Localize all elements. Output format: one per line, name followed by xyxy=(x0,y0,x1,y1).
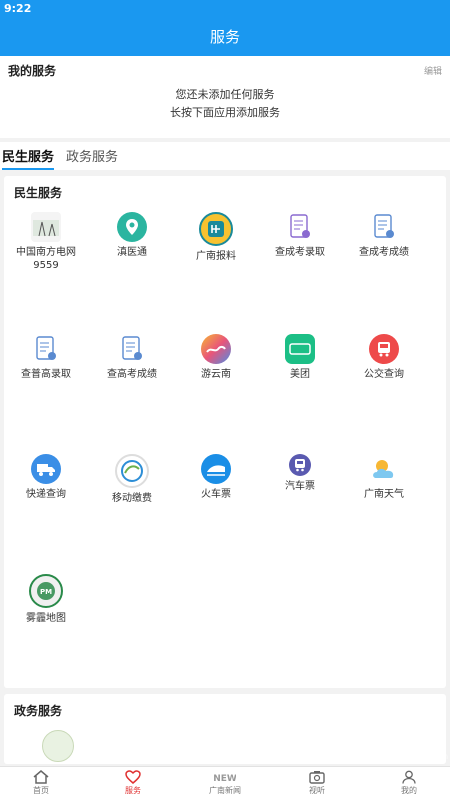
service-item[interactable]: 查成考成绩 xyxy=(342,212,426,259)
report-icon xyxy=(199,212,233,246)
china-mobile-icon xyxy=(115,454,149,488)
truck-icon xyxy=(31,454,61,484)
service-item[interactable]: 广南报料 xyxy=(174,212,258,263)
travel-yunnan-icon xyxy=(201,334,231,364)
power-grid-icon xyxy=(31,212,61,242)
service-item[interactable]: 公交查询 xyxy=(342,334,426,381)
government-emblem-icon[interactable] xyxy=(42,730,74,762)
service-label: 广南天气 xyxy=(364,489,404,500)
nav-home[interactable]: 首页 xyxy=(6,769,76,796)
haze-map-icon: PM xyxy=(29,574,63,608)
service-label: 游云南 xyxy=(201,369,231,380)
nav-mine[interactable]: 我的 xyxy=(374,769,444,796)
page-title: 服务 xyxy=(209,28,240,46)
service-label: 汽车票 xyxy=(285,481,315,492)
document-icon xyxy=(369,212,399,242)
service-item[interactable]: 中国南方电网 9559 xyxy=(4,212,88,272)
service-label: 雾霾地图 xyxy=(26,613,66,624)
service-label: 火车票 xyxy=(201,489,231,500)
service-item[interactable]: 滇医通 xyxy=(90,212,174,259)
my-service-section: 我的服务 编辑 您还未添加任何服务 长按下面应用添加服务 xyxy=(0,56,450,138)
train-icon xyxy=(201,454,231,484)
service-item[interactable]: 移动缴费 xyxy=(90,454,174,505)
user-icon xyxy=(374,769,444,785)
service-item[interactable]: PM 雾霾地图 xyxy=(4,574,88,625)
nav-video[interactable]: 视听 xyxy=(282,769,352,796)
document-icon xyxy=(117,334,147,364)
service-label: 滇医通 xyxy=(117,247,147,258)
nav-news[interactable]: NEW 广南新闻 xyxy=(190,769,260,796)
nav-video-label: 视听 xyxy=(309,786,325,795)
service-item[interactable]: 游云南 xyxy=(174,334,258,381)
edit-button[interactable]: 编辑 xyxy=(424,64,442,77)
document-icon xyxy=(285,212,315,242)
status-bar: 9:22 xyxy=(0,0,450,18)
status-time: 9:22 xyxy=(4,2,32,15)
service-tabs: 民生服务 政务服务 xyxy=(0,142,450,170)
coach-icon xyxy=(289,454,311,476)
watermark-url: www.yxdown.com xyxy=(376,752,449,761)
camera-icon xyxy=(282,769,352,785)
service-label: 查成考录取 xyxy=(275,247,325,258)
service-item[interactable]: 火车票 xyxy=(174,454,258,501)
svg-text:NEW: NEW xyxy=(214,774,236,784)
meituan-icon xyxy=(285,334,315,364)
tab-livelihood[interactable]: 民生服务 xyxy=(2,146,55,170)
nav-service-label: 服务 xyxy=(125,786,141,795)
my-service-title: 我的服务 xyxy=(8,64,57,78)
home-icon xyxy=(6,769,76,785)
service-label: 移动缴费 xyxy=(112,493,152,504)
title-bar: 服务 xyxy=(0,18,450,56)
service-label: 中国南方电网 xyxy=(16,247,76,258)
service-item[interactable]: 汽车票 xyxy=(258,454,342,493)
service-item[interactable]: 查成考录取 xyxy=(258,212,342,259)
service-label-secondary: 9559 xyxy=(33,260,59,271)
nav-mine-label: 我的 xyxy=(401,786,417,795)
dianyitong-icon xyxy=(117,212,147,242)
empty-hint-line1: 您还未添加任何服务 xyxy=(175,88,275,101)
service-label: 公交查询 xyxy=(364,369,404,380)
document-icon xyxy=(31,334,61,364)
nav-service[interactable]: 服务 xyxy=(98,769,168,796)
heart-icon xyxy=(98,769,168,785)
livelihood-title: 民生服务 xyxy=(14,186,63,200)
service-label: 查普高录取 xyxy=(21,369,71,380)
weather-icon xyxy=(369,454,399,484)
bottom-nav: 首页 服务 NEW 广南新闻 视听 我的 xyxy=(0,766,450,801)
nav-home-label: 首页 xyxy=(33,786,49,795)
service-label: 查高考成绩 xyxy=(107,369,157,380)
government-title: 政务服务 xyxy=(14,704,63,718)
bus-icon xyxy=(369,334,399,364)
service-item[interactable]: 查高考成绩 xyxy=(90,334,174,381)
service-label: 快递查询 xyxy=(26,489,66,500)
service-item[interactable]: 美团 xyxy=(258,334,342,381)
service-label: 查成考成绩 xyxy=(359,247,409,258)
tab-government[interactable]: 政务服务 xyxy=(66,146,118,165)
service-item[interactable]: 快递查询 xyxy=(4,454,88,501)
service-item[interactable]: 查普高录取 xyxy=(4,334,88,381)
service-item[interactable]: 广南天气 xyxy=(342,454,426,501)
watermark-text: 一下载 xyxy=(344,726,417,751)
news-icon: NEW xyxy=(190,769,260,785)
livelihood-panel: 民生服务 中国南方电网 9559 滇医通 广南报料 查成考录取 查成考成绩查普高录取 查高考… xyxy=(4,176,446,688)
empty-hint-line2: 长按下面应用添加服务 xyxy=(170,106,280,119)
service-label: 美团 xyxy=(290,369,310,380)
svg-text:PM: PM xyxy=(40,588,52,596)
cube-logo-icon xyxy=(293,717,333,764)
service-label: 广南报料 xyxy=(196,251,236,262)
nav-news-label: 广南新闻 xyxy=(209,786,241,795)
